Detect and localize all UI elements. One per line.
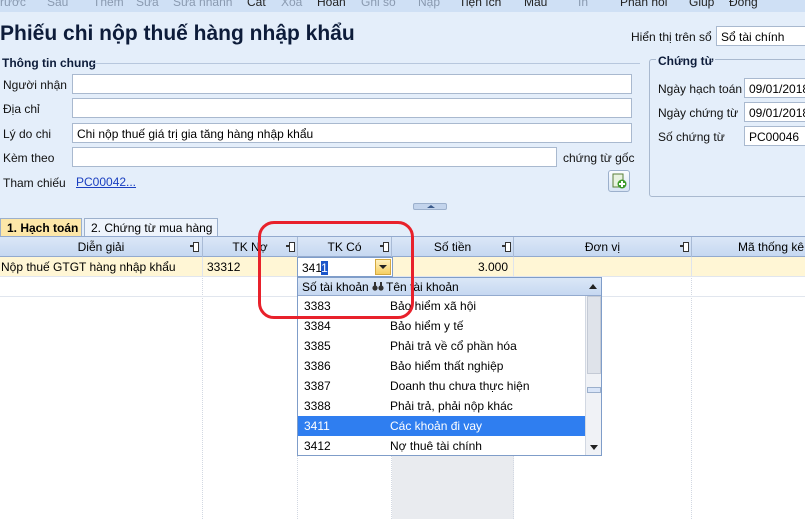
reference-more-link[interactable]: ... [126, 175, 136, 189]
toolbar-next[interactable]: Sau [47, 0, 68, 9]
toolbar-post[interactable]: Ghi sổ [361, 0, 396, 9]
row-unit[interactable] [514, 257, 692, 277]
toolbar-feedback[interactable]: Phản hồi [620, 0, 667, 9]
item-name: Phải trả, phải nộp khác [390, 399, 513, 413]
item-code: 3388 [304, 399, 331, 413]
voucher-no-input[interactable]: PC00046 [744, 126, 805, 146]
pin-icon[interactable] [680, 242, 689, 252]
scrollbar-track-upper [587, 296, 601, 374]
toolbar-help[interactable]: Giúp [689, 0, 714, 9]
scrollbar-thumb[interactable] [587, 387, 601, 393]
row-stat-code[interactable] [692, 257, 805, 277]
toolbar-template[interactable]: Mẫu [524, 0, 547, 9]
item-name: Doanh thu chưa thực hiện [390, 379, 530, 393]
col-description[interactable]: Diễn giải [0, 237, 203, 257]
dropdown-scrollbar[interactable] [585, 296, 601, 455]
toolbar-print[interactable]: In [578, 0, 588, 9]
toolbar-cancel[interactable]: Hoãn [317, 0, 346, 9]
tab-purchase-voucher[interactable]: 2. Chứng từ mua hàng [84, 218, 218, 236]
voucher-no-label: Số chứng từ [658, 130, 725, 144]
pin-icon[interactable] [502, 242, 511, 252]
item-code: 3387 [304, 379, 331, 393]
display-select[interactable]: Sổ tài chính [716, 26, 805, 46]
form-header: Phiếu chi nộp thuế hàng nhập khẩu Hiển t… [0, 12, 805, 220]
annotation-highlight [258, 221, 414, 319]
scroll-down-icon[interactable] [590, 445, 598, 450]
row-description[interactable]: Nộp thuế GTGT hàng nhập khẩu [0, 257, 203, 277]
reason-input[interactable]: Chi nộp thuế giá trị gia tăng hàng nhập … [72, 123, 632, 143]
list-item[interactable]: 3388 Phải trả, phải nộp khác [298, 396, 585, 416]
list-item[interactable]: 3386 Bảo hiểm thất nghiệp [298, 356, 585, 376]
item-name: Bảo hiểm y tế [390, 319, 464, 333]
add-document-icon [612, 173, 627, 189]
list-item-selected[interactable]: 3411 Các khoản đi vay [298, 416, 585, 436]
item-code: 3411 [304, 419, 330, 433]
recipient-input[interactable] [72, 74, 632, 94]
item-name: Bảo hiểm thất nghiệp [390, 359, 504, 373]
toolbar-save[interactable]: Cất [247, 0, 266, 9]
address-input[interactable] [72, 98, 632, 118]
item-name: Các khoản đi vay [390, 419, 483, 433]
general-section-divider [92, 63, 640, 64]
col-unit[interactable]: Đơn vị [514, 237, 692, 257]
col-stat-code-label: Mã thống kê [738, 240, 805, 254]
toolbar-prev[interactable]: rước [0, 0, 26, 9]
toolbar-load[interactable]: Nạp [418, 0, 440, 9]
reason-label: Lý do chi [3, 127, 52, 141]
collapse-header-handle[interactable] [413, 203, 447, 210]
attach-input[interactable] [72, 147, 557, 167]
item-code: 3386 [304, 359, 331, 373]
col-amount-label: Số tiền [433, 240, 472, 254]
toolbar-utilities[interactable]: Tiện ích [459, 0, 501, 9]
reference-link[interactable]: PC00042 [76, 175, 126, 189]
item-code: 3385 [304, 339, 331, 353]
toolbar-add[interactable]: Thêm [93, 0, 124, 9]
item-name: Nợ thuê tài chính [390, 439, 482, 453]
page-title: Phiếu chi nộp thuế hàng nhập khẩu [0, 22, 355, 45]
toolbar-delete[interactable]: Xóa [281, 0, 302, 9]
list-item[interactable]: 3387 Doanh thu chưa thực hiện [298, 376, 585, 396]
col-description-label: Diễn giải [77, 240, 125, 254]
pin-icon[interactable] [190, 242, 199, 252]
item-code: 3412 [304, 439, 331, 453]
address-label: Địa chỉ [3, 102, 40, 116]
scroll-up-icon[interactable] [589, 284, 597, 289]
col-stat-code[interactable]: Mã thống kê [692, 237, 805, 257]
posting-date-input[interactable]: 09/01/2018 [744, 78, 805, 98]
col-unit-label: Đơn vị [584, 240, 621, 254]
toolbar: rước Sau Thêm Sửa Sửa nhanh Cất Xóa Hoãn… [0, 0, 805, 12]
item-name: Phải trả về cổ phần hóa [390, 339, 517, 353]
voucher-date-label: Ngày chứng từ [658, 106, 739, 120]
add-reference-button[interactable] [608, 170, 630, 192]
toolbar-close[interactable]: Đóng [729, 0, 758, 9]
toolbar-edit[interactable]: Sửa [136, 0, 159, 9]
recipient-label: Người nhận [3, 78, 67, 92]
attach-label: Kèm theo [3, 151, 55, 165]
attach-suffix: chứng từ gốc [563, 151, 635, 165]
display-label: Hiển thị trên sổ [631, 30, 712, 44]
posting-date-label: Ngày hạch toán [658, 82, 743, 96]
tab-accounting[interactable]: 1. Hạch toán [0, 218, 82, 236]
list-item[interactable]: 3385 Phải trả về cổ phần hóa [298, 336, 585, 356]
list-item[interactable]: 3384 Bảo hiểm y tế [298, 316, 585, 336]
general-section-title: Thông tin chung [2, 56, 96, 70]
item-code: 3384 [304, 319, 331, 333]
toolbar-quick-edit[interactable]: Sửa nhanh [173, 0, 232, 9]
voucher-section-title: Chứng từ [656, 54, 716, 68]
voucher-date-input[interactable]: 09/01/2018 [744, 102, 805, 122]
reference-label: Tham chiếu [3, 176, 66, 190]
list-item[interactable]: 3412 Nợ thuê tài chính [298, 436, 585, 456]
